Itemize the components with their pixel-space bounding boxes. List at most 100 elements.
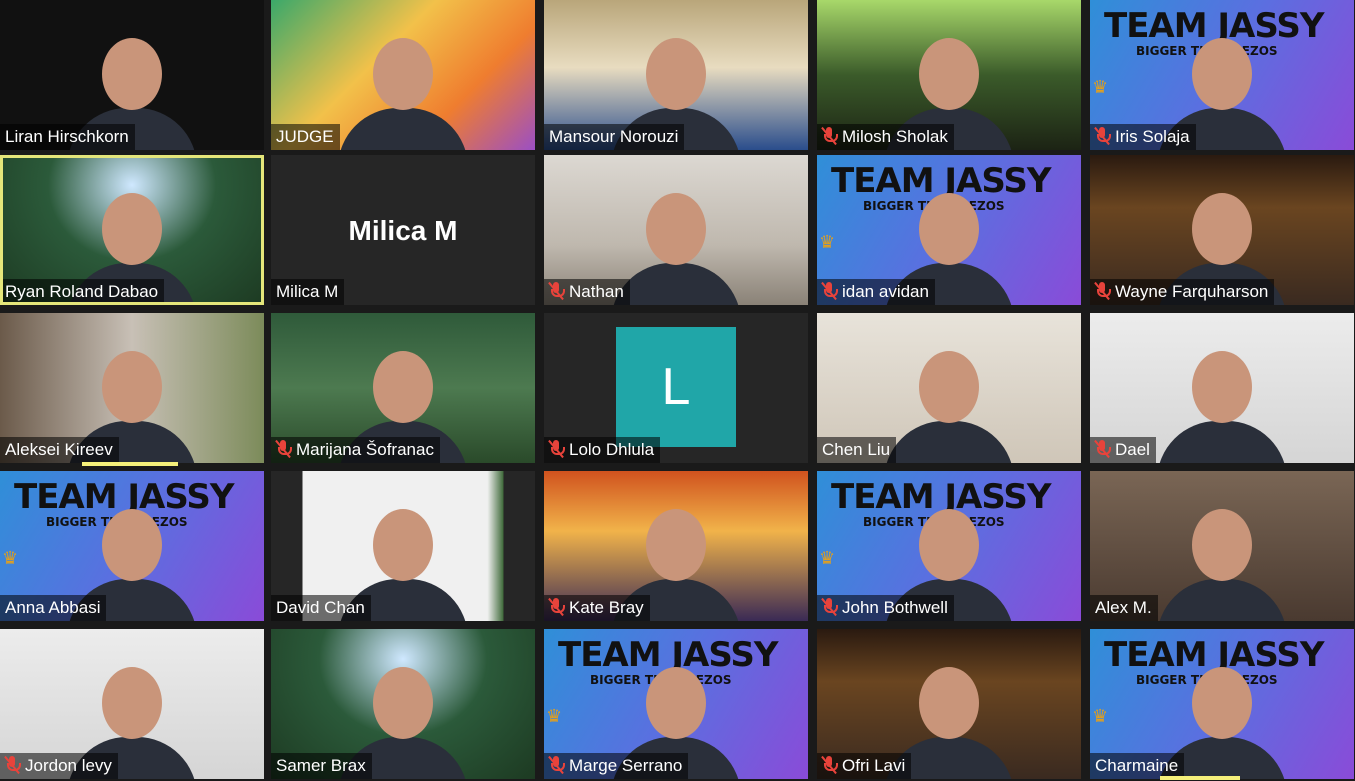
participant-tile[interactable]: Mansour Norouzi	[544, 0, 808, 150]
participant-head	[1192, 38, 1252, 110]
participant-name: Jordon levy	[25, 756, 112, 775]
participant-name-label: Mansour Norouzi	[544, 124, 685, 150]
microphone-muted-icon	[1094, 281, 1111, 301]
participant-grid: Liran Hirschkorn JUDGE Mansour Norouzi Milo…	[0, 0, 1355, 781]
microphone-muted-icon	[821, 755, 838, 775]
participant-name: Chen Liu	[822, 440, 891, 459]
participant-tile[interactable]: Kate Bray	[544, 471, 808, 621]
microphone-muted-icon	[548, 281, 565, 301]
participant-tile[interactable]: Chen Liu	[817, 313, 1081, 463]
participant-tile[interactable]: Ryan Roland Dabao	[0, 155, 264, 305]
participant-name: Wayne Farquharson	[1115, 282, 1269, 301]
participant-video	[874, 343, 1024, 463]
participant-tile[interactable]: TEAM JASSYBIGGER THAN BEZOS♛Anna Abbasi	[0, 471, 264, 621]
participant-name-display: Milica M	[348, 215, 458, 246]
participant-name-label: Jordon levy	[0, 753, 118, 779]
participant-tile[interactable]: Nathan	[544, 155, 808, 305]
participant-name-label: JUDGE	[271, 124, 340, 150]
participant-name: Ofri Lavi	[842, 756, 906, 775]
speaking-indicator	[1160, 776, 1240, 780]
participant-head	[1192, 193, 1252, 265]
participant-name: Marijana Šofranac	[296, 440, 434, 459]
participant-name-label: Aleksei Kireev	[0, 437, 119, 463]
participant-name-label: Iris Solaja	[1090, 124, 1196, 150]
microphone-muted-icon	[821, 281, 838, 301]
participant-tile[interactable]: Marijana Šofranac	[271, 313, 535, 463]
crown-icon: ♛	[1092, 706, 1109, 726]
participant-tile[interactable]: Dael	[1090, 313, 1354, 463]
participant-name-label: Chen Liu	[817, 437, 897, 463]
participant-name-label: Milica M	[271, 279, 345, 305]
participant-name: Liran Hirschkorn	[5, 127, 129, 146]
participant-tile[interactable]: Milica M Milica M	[271, 155, 535, 305]
participant-tile[interactable]: David Chan	[271, 471, 535, 621]
participant-head	[646, 38, 706, 110]
participant-name-label: David Chan	[271, 595, 371, 621]
participant-head	[919, 193, 979, 265]
participant-head	[1192, 509, 1252, 581]
participant-head	[102, 509, 162, 581]
microphone-muted-icon	[1094, 126, 1111, 146]
participant-head	[102, 667, 162, 739]
microphone-muted-icon	[548, 439, 565, 459]
participant-name-label: Anna Abbasi	[0, 595, 107, 621]
participant-name-label: Marijana Šofranac	[271, 437, 440, 463]
microphone-muted-icon	[821, 126, 838, 146]
participant-tile[interactable]: TEAM JASSYBIGGER THAN BEZOS♛Iris Solaja	[1090, 0, 1354, 150]
participant-name: JUDGE	[276, 127, 334, 146]
participant-name-label: Liran Hirschkorn	[0, 124, 135, 150]
participant-head	[373, 351, 433, 423]
participant-head	[646, 193, 706, 265]
participant-name-label: Samer Brax	[271, 753, 372, 779]
participant-tile[interactable]: L Lolo Dhlula	[544, 313, 808, 463]
participant-name-label: Nathan	[544, 279, 630, 305]
participant-name: John Bothwell	[842, 598, 948, 617]
participant-head	[102, 38, 162, 110]
participant-tile[interactable]: Jordon levy	[0, 629, 264, 779]
participant-name-label: idan avidan	[817, 279, 935, 305]
participant-tile[interactable]: JUDGE	[271, 0, 535, 150]
participant-head	[102, 193, 162, 265]
microphone-muted-icon	[548, 755, 565, 775]
microphone-muted-icon	[1094, 439, 1111, 459]
participant-tile[interactable]: Samer Brax	[271, 629, 535, 779]
crown-icon: ♛	[1092, 77, 1109, 97]
microphone-muted-icon	[275, 439, 292, 459]
participant-tile[interactable]: Liran Hirschkorn	[0, 0, 264, 150]
participant-tile[interactable]: TEAM JASSYBIGGER THAN BEZOS♛John Bothwel…	[817, 471, 1081, 621]
participant-video	[1147, 501, 1297, 621]
speaking-indicator	[82, 462, 178, 466]
participant-tile[interactable]: Aleksei Kireev	[0, 313, 264, 463]
crown-icon: ♛	[819, 548, 836, 568]
participant-tile[interactable]: Milosh Sholak	[817, 0, 1081, 150]
participant-body	[884, 421, 1014, 463]
participant-head	[373, 667, 433, 739]
participant-name-label: Ryan Roland Dabao	[0, 279, 165, 305]
participant-name-label: John Bothwell	[817, 595, 954, 621]
participant-tile[interactable]: TEAM JASSYBIGGER THAN BEZOS♛idan avidan	[817, 155, 1081, 305]
participant-name-label: Milosh Sholak	[817, 124, 954, 150]
participant-name-label: Alex M.	[1090, 595, 1158, 621]
participant-head	[919, 509, 979, 581]
participant-name: Milosh Sholak	[842, 127, 948, 146]
participant-name: Milica M	[276, 282, 339, 301]
participant-name: Charmaine	[1095, 756, 1179, 775]
participant-tile[interactable]: Ofri Lavi	[817, 629, 1081, 779]
participant-tile[interactable]: Alex M.	[1090, 471, 1354, 621]
participant-head	[646, 667, 706, 739]
microphone-muted-icon	[4, 755, 21, 775]
microphone-muted-icon	[548, 597, 565, 617]
participant-name: Samer Brax	[276, 756, 366, 775]
participant-name: Alex M.	[1095, 598, 1152, 617]
participant-name: Nathan	[569, 282, 624, 301]
participant-name: Kate Bray	[569, 598, 644, 617]
participant-name-label: Marge Serrano	[544, 753, 689, 779]
crown-icon: ♛	[546, 706, 563, 726]
participant-name: idan avidan	[842, 282, 929, 301]
participant-tile[interactable]: TEAM JASSYBIGGER THAN BEZOS♛Charmaine	[1090, 629, 1354, 779]
participant-head	[1192, 667, 1252, 739]
participant-name-label: Lolo Dhlula	[544, 437, 661, 463]
participant-name: Marge Serrano	[569, 756, 683, 775]
participant-tile[interactable]: Wayne Farquharson	[1090, 155, 1354, 305]
participant-tile[interactable]: TEAM JASSYBIGGER THAN BEZOS♛Marge Serran…	[544, 629, 808, 779]
